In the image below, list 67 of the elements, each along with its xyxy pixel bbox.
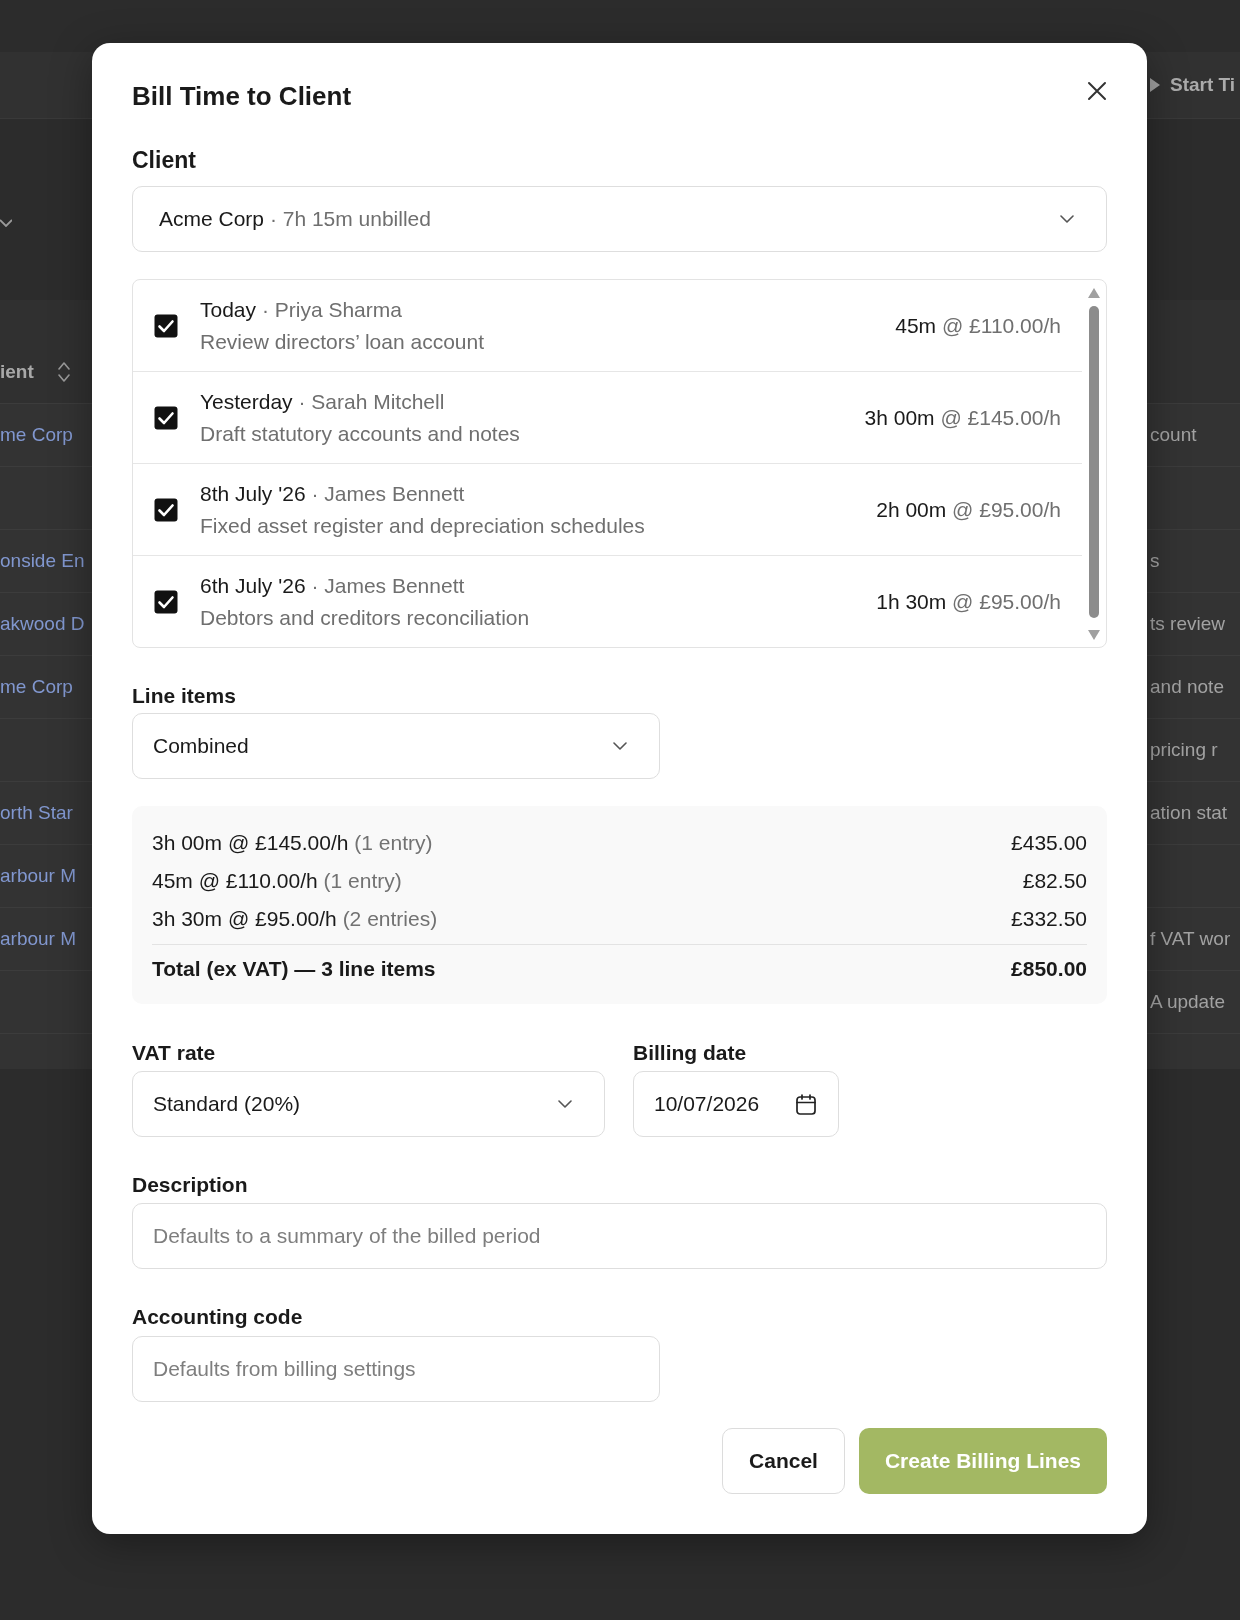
table-cell-link[interactable]: me Corp [0,676,73,698]
cancel-button[interactable]: Cancel [722,1428,845,1494]
field-label: VAT rate [132,1040,216,1066]
table-cell: A update [1150,991,1226,1013]
field-label: Billing date [633,1040,747,1066]
table-cell: s [1150,550,1160,572]
field-label: Accounting code [132,1304,303,1330]
entry-description: Review directors’ loan account [200,328,485,355]
table-cell: ation stat [1150,802,1228,824]
accounting-code-field[interactable]: Defaults from billing settings [132,1336,660,1402]
field-label: Client [132,147,196,173]
close-button[interactable] [1087,81,1107,101]
entry-description: Draft statutory accounts and notes [200,420,520,447]
triangle-up-icon[interactable] [1088,288,1100,298]
field-label: Description [132,1172,248,1198]
table-cell-link[interactable]: arbour M [0,865,77,887]
dialog-title: Bill Time to Client [132,80,352,113]
table-cell: count [1150,424,1197,446]
table-cell-link[interactable]: onside En [0,550,85,572]
total-label: Total (ex VAT) — 3 line items [152,956,436,982]
table-cell: pricing r [1150,739,1218,761]
summary-amount: £435.00 [1011,830,1087,856]
table-cell: f VAT wor [1150,928,1231,950]
summary-line: 3h 00m @ £145.00/h (1 entry) [152,830,433,856]
checkbox[interactable] [154,405,178,430]
triangle-down-icon[interactable] [1088,630,1100,640]
table-cell-link[interactable]: orth Star [0,802,73,824]
scrollbar-thumb[interactable] [1089,306,1099,618]
entry-title: Yesterday · Sarah Mitchell [200,388,445,415]
total-amount: £850.00 [1011,956,1087,982]
entry-description: Debtors and creditors reconciliation [200,604,530,631]
line-items-select[interactable]: Combined [132,713,660,779]
checkbox[interactable] [154,589,178,614]
chevron-down-icon [558,1100,572,1108]
client-select[interactable]: Acme Corp · 7h 15m unbilled [132,186,1107,252]
entry-rate: 2h 00m @ £95.00/h [876,497,1061,522]
entry-title: 8th July '26 · James Bennett [200,480,465,507]
summary-line: 45m @ £110.00/h (1 entry) [152,868,402,894]
column-header[interactable]: ient [0,361,34,383]
field-label: Line items [132,683,236,709]
close-icon [1087,81,1107,101]
table-cell-link[interactable]: arbour M [0,928,77,950]
play-icon [1150,78,1160,92]
entry-rate: 3h 00m @ £145.00/h [864,405,1061,430]
summary-amount: £332.50 [1011,906,1087,932]
sort-icon[interactable] [57,361,70,383]
entry-rate: 1h 30m @ £95.00/h [876,589,1061,614]
table-cell-link[interactable]: akwood D [0,613,85,635]
calendar-icon[interactable] [796,1093,816,1115]
start-button[interactable]: Start Ti [1150,74,1236,96]
date-field[interactable]: 10/07/2026 [633,1071,839,1137]
table-cell: ts review [1150,613,1225,635]
entry-description: Fixed asset register and depreciation schedules [200,512,645,539]
checkbox[interactable] [154,313,178,338]
chevron-down-icon [0,219,12,227]
chevron-down-icon [1060,215,1074,223]
chevron-down-icon [613,742,627,750]
table-cell: and note [1150,676,1224,698]
vat-rate-select[interactable]: Standard (20%) [132,1071,605,1137]
entry-title: 6th July '26 · James Bennett [200,572,465,599]
entry-rate: 45m @ £110.00/h [895,313,1061,338]
checkbox[interactable] [154,497,178,522]
table-cell-link[interactable]: me Corp [0,424,73,446]
entry-title: Today · Priya Sharma [200,296,402,323]
summary-amount: £82.50 [1022,868,1087,894]
description-field[interactable]: Defaults to a summary of the billed period [132,1203,1107,1269]
summary-line: 3h 30m @ £95.00/h (2 entries) [152,906,438,932]
